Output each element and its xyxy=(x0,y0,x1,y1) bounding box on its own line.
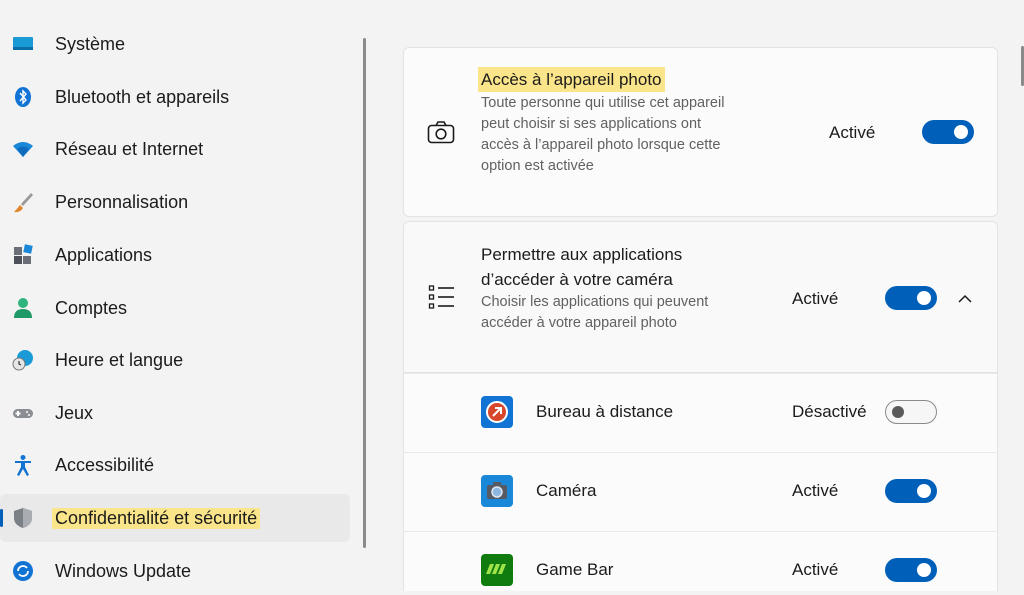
top-heading-fragment xyxy=(400,0,860,4)
sidebar-item-accounts[interactable]: Comptes xyxy=(0,284,350,332)
apps-access-description: Choisir les applications qui peuvent acc… xyxy=(481,294,709,331)
sidebar-item-label: Confidentialité et sécurité xyxy=(52,507,261,529)
camera-access-toggle[interactable] xyxy=(922,120,974,144)
app-row-game-bar: Game Bar Activé xyxy=(403,531,998,591)
camera-access-title: Accès à l’appareil photo xyxy=(478,67,665,92)
sidebar-item-apps[interactable]: Applications xyxy=(0,231,350,279)
sidebar-item-system[interactable]: Système xyxy=(0,20,350,68)
list-icon xyxy=(428,284,456,315)
account-icon xyxy=(12,297,34,319)
sidebar-item-label: Réseau et Internet xyxy=(55,138,204,159)
update-icon xyxy=(12,560,34,582)
sidebar-item-label: Windows Update xyxy=(55,560,192,581)
sidebar-item-label: Bluetooth et appareils xyxy=(55,86,230,107)
sidebar-item-label: Personnalisation xyxy=(55,191,189,212)
app-name: Bureau à distance xyxy=(536,402,674,421)
sidebar-item-label: Heure et langue xyxy=(55,349,184,370)
gamepad-icon xyxy=(12,402,34,424)
accessibility-icon xyxy=(12,454,34,476)
sidebar-item-label: Applications xyxy=(55,244,153,265)
app-name: Game Bar xyxy=(536,560,614,579)
sidebar-nav: Système Bluetooth et appareils Réseau et… xyxy=(0,0,360,590)
app-row-remote-desktop: Bureau à distance Désactivé xyxy=(403,373,998,452)
apps-access-state: Activé xyxy=(792,289,839,308)
camera-app-toggle[interactable] xyxy=(885,479,937,503)
sidebar-item-network[interactable]: Réseau et Internet xyxy=(0,125,350,173)
sidebar-item-gaming[interactable]: Jeux xyxy=(0,389,350,437)
sidebar-item-label: Jeux xyxy=(55,402,94,423)
time-language-icon xyxy=(12,349,34,371)
app-state: Activé xyxy=(792,481,839,500)
camera-icon xyxy=(427,120,455,149)
sidebar-item-bluetooth[interactable]: Bluetooth et appareils xyxy=(0,73,350,121)
system-icon xyxy=(12,33,34,55)
sidebar-item-windows-update[interactable]: Windows Update xyxy=(0,547,350,595)
sidebar-scrollbar[interactable] xyxy=(363,38,366,548)
wifi-icon xyxy=(12,138,34,160)
game-bar-toggle[interactable] xyxy=(885,558,937,582)
camera-access-card: Accès à l’appareil photo Toute personne … xyxy=(403,47,998,217)
sidebar-item-label: Comptes xyxy=(55,297,128,318)
apps-icon xyxy=(12,244,34,266)
selected-indicator xyxy=(0,509,3,527)
sidebar-item-personalization[interactable]: Personnalisation xyxy=(0,178,350,226)
camera-access-description: Toute personne qui utilise cet appareil … xyxy=(481,95,725,174)
remote-desktop-icon xyxy=(481,396,513,428)
app-name: Caméra xyxy=(536,481,597,500)
remote-desktop-toggle[interactable] xyxy=(885,400,937,424)
sidebar-item-time-language[interactable]: Heure et langue xyxy=(0,336,350,384)
app-state: Activé xyxy=(792,560,839,579)
app-row-camera: Caméra Activé xyxy=(403,452,998,531)
sidebar-item-label: Système xyxy=(55,33,126,54)
game-bar-icon xyxy=(481,554,513,586)
sidebar-item-accessibility[interactable]: Accessibilité xyxy=(0,441,350,489)
apps-access-card[interactable]: Permettre aux applications d’accéder à v… xyxy=(403,221,998,373)
camera-access-state: Activé xyxy=(829,123,876,142)
camera-app-icon xyxy=(481,475,513,507)
apps-access-title: Permettre aux applications d’accéder à v… xyxy=(481,245,683,289)
brush-icon xyxy=(12,191,34,213)
bluetooth-icon xyxy=(12,86,34,108)
shield-icon xyxy=(12,507,34,529)
sidebar-item-label: Accessibilité xyxy=(55,454,155,475)
app-state: Désactivé xyxy=(792,402,867,421)
sidebar-item-privacy-security[interactable]: Confidentialité et sécurité xyxy=(0,494,350,542)
chevron-up-icon[interactable] xyxy=(957,291,973,309)
apps-access-toggle[interactable] xyxy=(885,286,937,310)
